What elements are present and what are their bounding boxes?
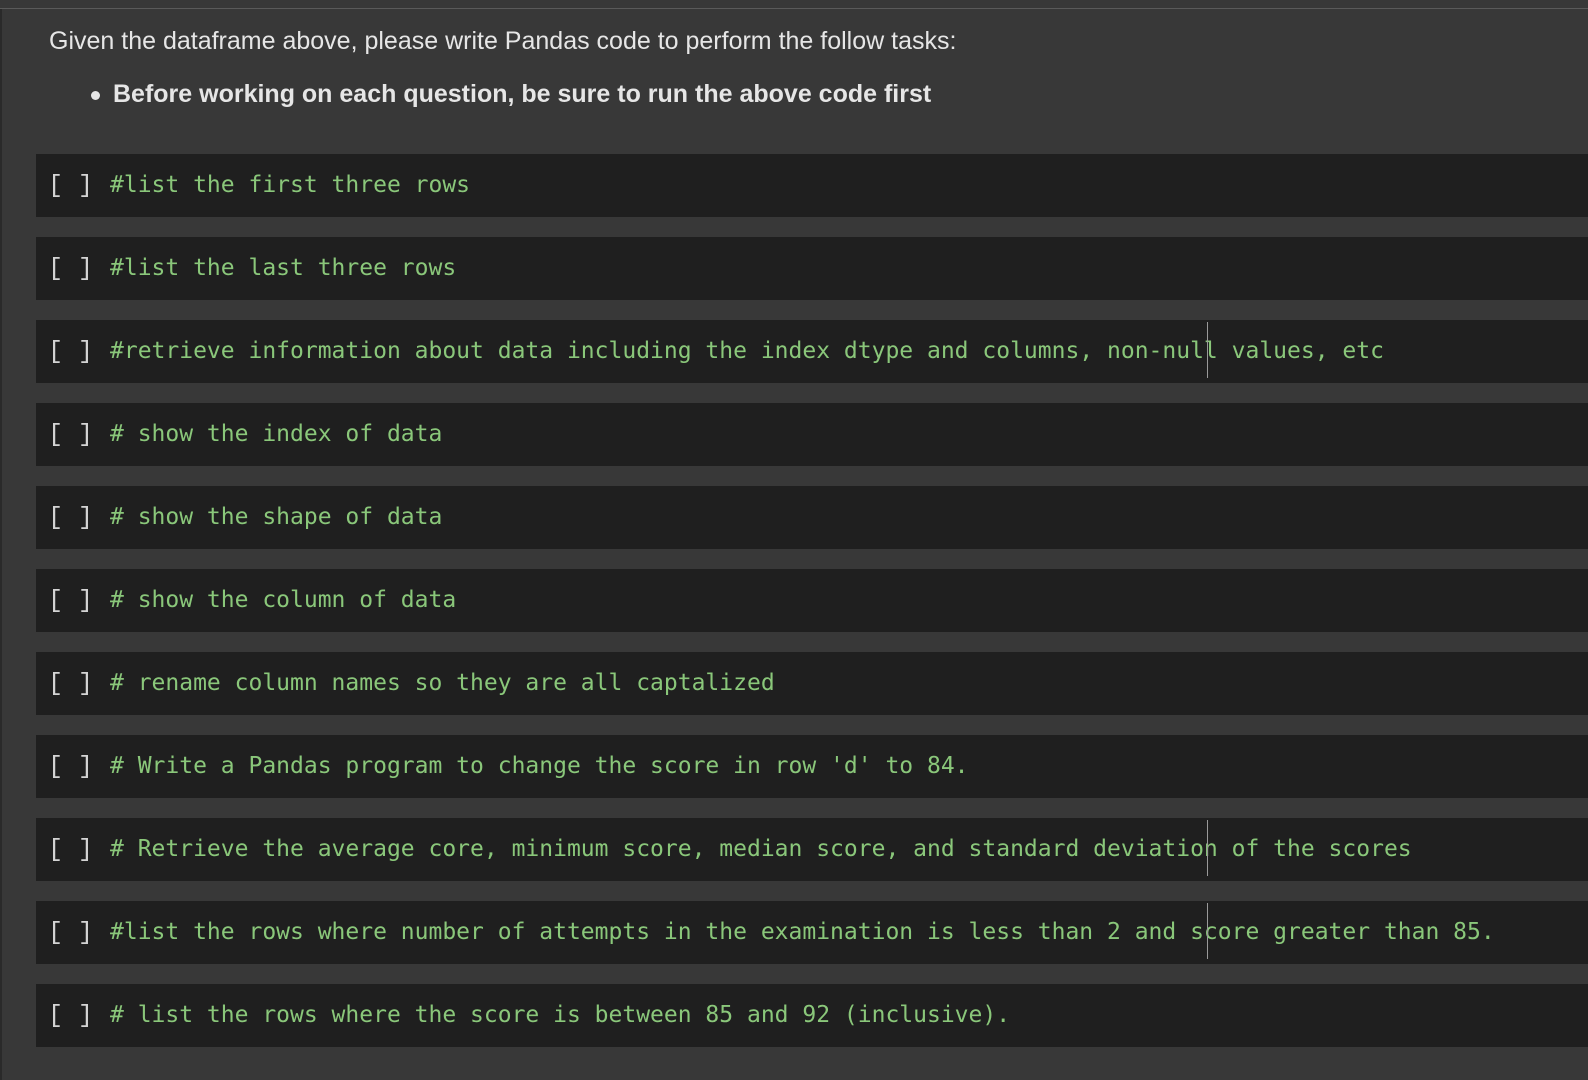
code-cell[interactable]: [ ] # Retrieve the average core, minimum… [36, 818, 1588, 881]
code-editor[interactable]: # list the rows where the score is betwe… [110, 984, 1010, 1047]
instruction-bullet-text: Before working on each question, be sure… [113, 80, 932, 108]
code-editor[interactable]: # show the index of data [110, 403, 442, 466]
run-cell-button[interactable]: [ ] [48, 735, 93, 798]
left-border [0, 9, 2, 1080]
run-cell-button[interactable]: [ ] [48, 403, 93, 466]
code-cell[interactable]: [ ] #retrieve information about data inc… [36, 320, 1588, 383]
top-divider [0, 8, 1588, 9]
run-cell-button[interactable]: [ ] [48, 652, 93, 715]
instructions-text: Given the dataframe above, please write … [49, 27, 957, 55]
code-editor[interactable]: # show the shape of data [110, 486, 442, 549]
line-length-ruler [1207, 820, 1208, 876]
run-cell-button[interactable]: [ ] [48, 486, 93, 549]
code-cell[interactable]: [ ] #list the rows where number of attem… [36, 901, 1588, 964]
code-cell[interactable]: [ ] # list the rows where the score is b… [36, 984, 1588, 1047]
line-length-ruler [1207, 903, 1208, 959]
code-editor[interactable]: #retrieve information about data includi… [110, 320, 1384, 383]
code-editor[interactable]: # rename column names so they are all ca… [110, 652, 775, 715]
run-cell-button[interactable]: [ ] [48, 818, 93, 881]
run-cell-button[interactable]: [ ] [48, 569, 93, 632]
run-cell-button[interactable]: [ ] [48, 984, 93, 1047]
run-cell-button[interactable]: [ ] [48, 320, 93, 383]
code-editor[interactable]: # show the column of data [110, 569, 456, 632]
code-editor[interactable]: #list the last three rows [110, 237, 456, 300]
bullet-dot-icon [91, 91, 100, 100]
instructions-list: Before working on each question, be sure… [49, 76, 1549, 112]
code-cell[interactable]: [ ] # show the index of data [36, 403, 1588, 466]
instruction-bullet: Before working on each question, be sure… [91, 76, 1549, 112]
run-cell-button[interactable]: [ ] [48, 237, 93, 300]
code-cell[interactable]: [ ] #list the last three rows [36, 237, 1588, 300]
code-cell[interactable]: [ ] # show the shape of data [36, 486, 1588, 549]
code-editor[interactable]: # Retrieve the average core, minimum sco… [110, 818, 1412, 881]
code-cell[interactable]: [ ] # Write a Pandas program to change t… [36, 735, 1588, 798]
code-cell[interactable]: [ ] #list the first three rows [36, 154, 1588, 217]
code-cell[interactable]: [ ] # show the column of data [36, 569, 1588, 632]
markdown-text-cell[interactable]: Given the dataframe above, please write … [49, 22, 1549, 112]
code-editor[interactable]: #list the rows where number of attempts … [110, 901, 1495, 964]
code-editor[interactable]: # Write a Pandas program to change the s… [110, 735, 969, 798]
line-length-ruler [1207, 322, 1208, 378]
code-cell[interactable]: [ ] # rename column names so they are al… [36, 652, 1588, 715]
run-cell-button[interactable]: [ ] [48, 154, 93, 217]
run-cell-button[interactable]: [ ] [48, 901, 93, 964]
code-editor[interactable]: #list the first three rows [110, 154, 470, 217]
